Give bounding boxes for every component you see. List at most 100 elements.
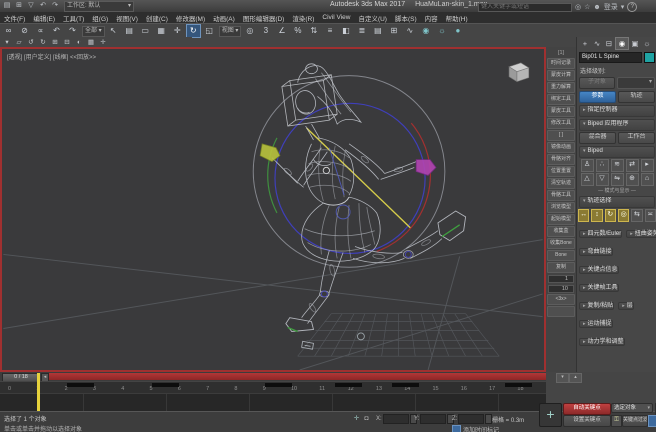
- open-file-icon[interactable]: ⊞: [14, 1, 24, 11]
- opposite-icon[interactable]: ≍: [645, 209, 656, 222]
- perspective-viewport[interactable]: [透视] [用户定义] [线框] <<回放>>: [0, 47, 546, 372]
- tab-hierarchy[interactable]: ⊟: [603, 38, 615, 49]
- side-mult-button[interactable]: <3x>: [547, 294, 575, 305]
- parameters-button[interactable]: 参数: [579, 91, 616, 103]
- menu-item[interactable]: 创建(C): [142, 13, 172, 23]
- favorites-icon[interactable]: ☆: [584, 3, 590, 11]
- new-scene-icon[interactable]: ▤: [2, 1, 12, 11]
- material-editor-icon[interactable]: ◉: [418, 24, 433, 38]
- tab-motion[interactable]: ◉: [615, 37, 629, 50]
- tab-create[interactable]: +: [579, 38, 591, 49]
- key-set-dropdown[interactable]: 选定对象▾: [611, 403, 653, 413]
- side-spinner-2[interactable]: 10: [548, 285, 574, 293]
- add-time-tag[interactable]: 添加时间标记: [452, 425, 499, 432]
- unlink-selection-icon[interactable]: ⊘: [17, 24, 32, 38]
- wireframe-icon[interactable]: ▦: [86, 38, 96, 47]
- side-tool-button[interactable]: Bone: [547, 250, 575, 261]
- menu-item[interactable]: 帮助(H): [442, 13, 472, 23]
- object-name-field[interactable]: Bip01 L Spine: [579, 52, 642, 63]
- mixer-mode-icon[interactable]: ⇄: [626, 159, 639, 172]
- menu-item[interactable]: 内容: [421, 13, 442, 23]
- menu-item[interactable]: 脚本(S): [391, 13, 421, 23]
- menu-item[interactable]: 图形编辑器(D): [239, 13, 289, 23]
- side-tool-button[interactable]: 收集盒: [547, 226, 575, 237]
- playhead-marker[interactable]: [37, 373, 40, 411]
- rollout-track-selection[interactable]: 轨迹选择: [579, 196, 655, 208]
- isolate-selection-icon[interactable]: ✛: [352, 414, 361, 423]
- figure-mode-icon[interactable]: ♙: [581, 159, 594, 172]
- key-filter-icon[interactable]: ⚿: [611, 415, 622, 427]
- rollout-collapsed[interactable]: 弯曲链接: [579, 248, 613, 256]
- side-tool-button[interactable]: 镜像动画: [547, 142, 575, 153]
- graph-editors-icon[interactable]: ⊞: [386, 24, 401, 38]
- animation-key-mark[interactable]: [67, 383, 94, 387]
- animation-key-mark[interactable]: [335, 383, 362, 387]
- rollout-collapsed[interactable]: 动力学和调整: [579, 338, 625, 346]
- convert-icon[interactable]: ⇋: [611, 173, 624, 186]
- symmetrical-icon[interactable]: ⇆: [631, 209, 642, 222]
- biped-playback-icon[interactable]: ▸: [641, 159, 654, 172]
- render-production-icon[interactable]: ●: [450, 24, 465, 38]
- hand-magenta[interactable]: [416, 160, 436, 176]
- rollout-biped-apps[interactable]: Biped 应用程序: [579, 119, 655, 131]
- mixer-button[interactable]: 混合器: [579, 132, 616, 144]
- selection-filter-dropdown[interactable]: 全部 ▾: [82, 26, 105, 37]
- lock-com-keying-icon[interactable]: ◎: [618, 209, 629, 222]
- align-icon[interactable]: ≣: [354, 24, 369, 38]
- key-mode-toggle[interactable]: [648, 415, 656, 427]
- trackbar-option-button[interactable]: ▴: [569, 373, 582, 383]
- trajectories-button[interactable]: 轨迹: [618, 91, 655, 103]
- percent-snap-icon[interactable]: %: [290, 24, 305, 38]
- footstep-mode-icon[interactable]: ∴: [596, 159, 609, 172]
- body-vertical-icon[interactable]: ↕: [591, 209, 602, 222]
- reference-coordinate-dropdown[interactable]: 视图 ▾: [219, 26, 242, 37]
- selection-region-icon[interactable]: ▭: [138, 24, 153, 38]
- side-tool-button[interactable]: 骨骼工具: [547, 190, 575, 201]
- object-color-swatch[interactable]: [644, 52, 655, 63]
- angle-snap-icon[interactable]: ∠: [274, 24, 289, 38]
- menu-item[interactable]: 动画(A): [209, 13, 239, 23]
- undo-icon[interactable]: ↶: [49, 24, 64, 38]
- time-slider-track[interactable]: [49, 373, 546, 380]
- tab-utilities[interactable]: ☼: [641, 38, 653, 49]
- select-by-name-icon[interactable]: ▤: [122, 24, 137, 38]
- menu-item[interactable]: 工具(T): [59, 13, 88, 23]
- x-field[interactable]: [383, 414, 409, 424]
- rollout-collapsed[interactable]: 运动捕捉: [579, 320, 613, 328]
- side-tool-button[interactable]: 重力解算: [547, 82, 575, 93]
- menu-item[interactable]: 编辑(E): [29, 13, 59, 23]
- side-tool-button[interactable]: 绑定工具: [547, 94, 575, 105]
- load-file-icon[interactable]: △: [581, 173, 594, 186]
- runner-wireframe-model[interactable]: [272, 64, 466, 332]
- sub-object-dropdown[interactable]: ▾: [617, 77, 655, 89]
- spinner-snap-icon[interactable]: ⇅: [306, 24, 321, 38]
- layer-manager-icon[interactable]: ▤: [370, 24, 385, 38]
- set-key-button[interactable]: 设置关键点: [563, 415, 611, 427]
- snaps-toggle-icon[interactable]: 3: [258, 24, 273, 38]
- rollout-collapsed[interactable]: 扭曲姿势: [626, 230, 656, 238]
- step-forward-icon[interactable]: ↻: [38, 38, 48, 47]
- side-tool-button[interactable]: 浏览模型: [547, 202, 575, 213]
- side-tool-button[interactable]: [ ]: [547, 130, 575, 141]
- named-selection-sets-icon[interactable]: ≡: [322, 24, 337, 38]
- undo-icon[interactable]: ↶: [38, 1, 48, 11]
- motion-flow-mode-icon[interactable]: ≋: [611, 159, 624, 172]
- z-field[interactable]: [458, 414, 484, 424]
- gizmo-x-circle[interactable]: [377, 123, 431, 251]
- mini-curve-editor-button[interactable]: ▾: [556, 373, 569, 383]
- help-icon[interactable]: ?: [627, 2, 637, 12]
- user-icon[interactable]: ☻: [593, 4, 600, 11]
- menu-item[interactable]: 渲染(R): [288, 13, 318, 23]
- body-horizontal-icon[interactable]: ↔: [578, 209, 589, 222]
- search-icon[interactable]: ◎: [575, 3, 581, 11]
- key-filters-button[interactable]: 关键点过滤器...: [622, 415, 648, 427]
- rollout-collapsed[interactable]: 复制/粘贴: [579, 302, 614, 310]
- side-tool-button[interactable]: 时间记录: [547, 58, 575, 69]
- animation-key-mark[interactable]: [392, 383, 419, 387]
- selection-lock-icon[interactable]: ◘: [362, 414, 371, 423]
- save-file-icon[interactable]: ▽: [596, 173, 609, 186]
- curve-editor-icon[interactable]: ∿: [402, 24, 417, 38]
- render-setup-icon[interactable]: ☼: [434, 24, 449, 38]
- buffer-mode-icon[interactable]: ⌂: [641, 173, 654, 186]
- modes-display-separator[interactable]: — 模式与显示 —: [577, 187, 656, 194]
